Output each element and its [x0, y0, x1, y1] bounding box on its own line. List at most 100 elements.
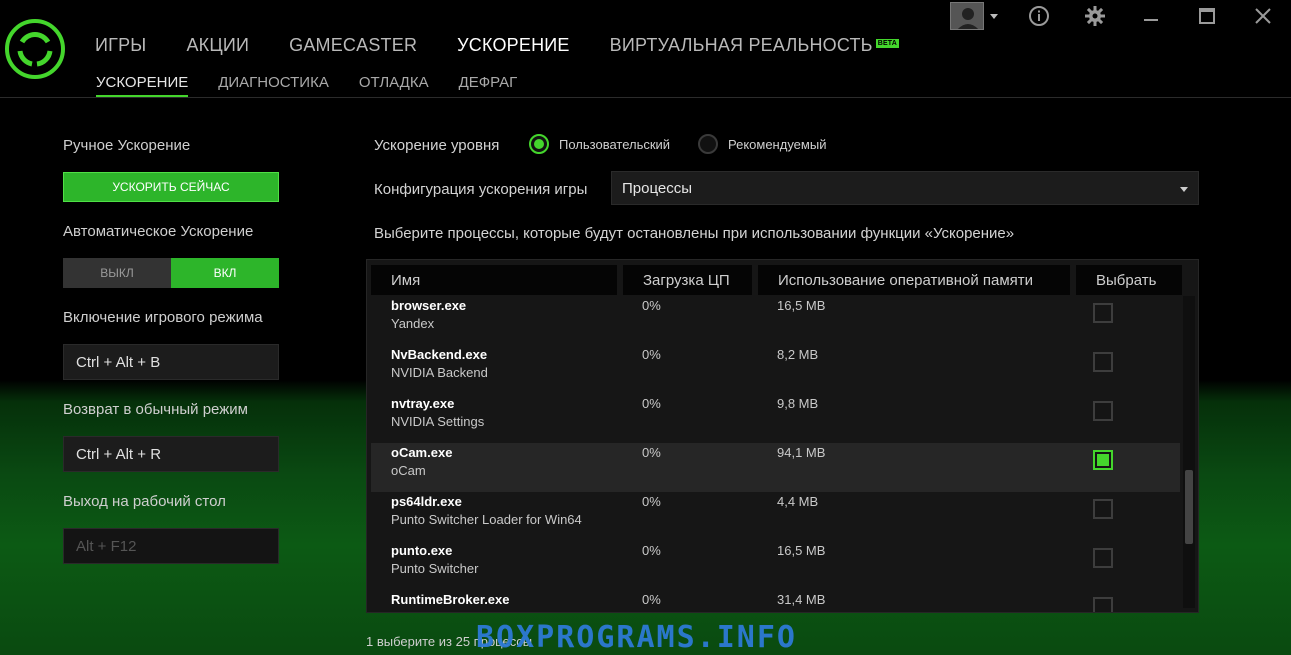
- nav-gamecaster[interactable]: GAMECASTER: [289, 35, 417, 56]
- process-description: NVIDIA Settings: [391, 414, 485, 429]
- watermark: BOXPROGRAMS.INFO: [476, 620, 797, 655]
- chevron-down-icon: [990, 13, 998, 19]
- process-cpu: 0%: [642, 445, 661, 460]
- table-row[interactable]: oCam.exe oCam 0% 94,1 MB: [371, 443, 1180, 492]
- info-button[interactable]: [1011, 0, 1067, 32]
- desktop-hotkey-field[interactable]: Alt + F12: [63, 528, 279, 564]
- col-name[interactable]: Имя: [371, 265, 617, 295]
- process-name: RuntimeBroker.exe: [391, 592, 510, 607]
- process-memory: 4,4 MB: [777, 494, 819, 509]
- scrollbar-thumb[interactable]: [1185, 470, 1193, 544]
- tab-diagnostics[interactable]: ДИАГНОСТИКА: [218, 74, 329, 97]
- game-mode-label: Включение игрового режима: [63, 309, 263, 326]
- process-name: oCam.exe: [391, 445, 453, 460]
- process-checkbox[interactable]: [1093, 597, 1113, 612]
- process-memory: 8,2 MB: [777, 347, 819, 362]
- process-checkbox[interactable]: [1093, 548, 1113, 568]
- auto-boost-toggle: ВЫКЛ ВКЛ: [63, 258, 279, 288]
- window-controls: [1011, 0, 1291, 32]
- nav-vr[interactable]: ВИРТУАЛЬНАЯ РЕАЛЬНОСТЬ BETA: [609, 35, 900, 56]
- desktop-label: Выход на рабочий стол: [63, 493, 226, 510]
- col-memory[interactable]: Использование оперативной памяти: [758, 265, 1070, 295]
- table-row[interactable]: punto.exe Punto Switcher 0% 16,5 MB: [371, 541, 1180, 590]
- table-row[interactable]: browser.exe Yandex 0% 16,5 MB: [371, 296, 1180, 345]
- process-table: Имя Загрузка ЦП Использование оперативно…: [366, 259, 1199, 613]
- config-select[interactable]: Процессы: [611, 171, 1199, 205]
- info-icon: [1029, 6, 1049, 26]
- header-divider: [0, 97, 1291, 98]
- close-button[interactable]: [1235, 0, 1291, 32]
- boost-now-button[interactable]: УСКОРИТЬ СЕЙЧАС: [63, 172, 279, 202]
- normal-mode-hotkey-field[interactable]: Ctrl + Alt + R: [63, 436, 279, 472]
- radio-custom[interactable]: Пользовательский: [529, 134, 670, 154]
- col-select[interactable]: Выбрать: [1076, 265, 1182, 295]
- table-header: Имя Загрузка ЦП Использование оперативно…: [371, 265, 1188, 295]
- process-cpu: 0%: [642, 543, 661, 558]
- game-mode-hotkey-field[interactable]: Ctrl + Alt + B: [63, 344, 279, 380]
- table-row[interactable]: ps64ldr.exe Punto Switcher Loader for Win…: [371, 492, 1180, 541]
- minimize-button[interactable]: [1123, 0, 1179, 32]
- process-cpu: 0%: [642, 494, 661, 509]
- radio-recommended[interactable]: Рекомендуемый: [698, 134, 826, 154]
- process-name: NvBackend.exe: [391, 347, 488, 362]
- process-name: punto.exe: [391, 543, 453, 558]
- process-description: NVIDIA Backend: [391, 365, 488, 380]
- process-description: oCam: [391, 463, 426, 478]
- process-checkbox[interactable]: [1093, 499, 1113, 519]
- close-icon: [1255, 8, 1271, 24]
- process-memory: 16,5 MB: [777, 543, 826, 558]
- process-checkbox[interactable]: [1093, 401, 1113, 421]
- user-avatar-icon: [950, 2, 984, 30]
- maximize-icon: [1199, 8, 1215, 24]
- toggle-on[interactable]: ВКЛ: [171, 258, 279, 288]
- maximize-button[interactable]: [1179, 0, 1235, 32]
- process-memory: 16,5 MB: [777, 298, 826, 313]
- process-name: browser.exe: [391, 298, 467, 313]
- table-body: browser.exe Yandex 0% 16,5 MB NvBackend.exe N…: [371, 296, 1180, 612]
- nav-vr-label: ВИРТУАЛЬНАЯ РЕАЛЬНОСТЬ: [609, 35, 873, 55]
- process-cpu: 0%: [642, 592, 661, 607]
- auto-boost-label: Автоматическое Ускорение: [63, 223, 254, 240]
- nav-boost[interactable]: УСКОРЕНИЕ: [457, 35, 569, 56]
- process-memory: 9,8 MB: [777, 396, 819, 411]
- process-memory: 94,1 MB: [777, 445, 826, 460]
- process-description: Punto Switcher Loader for Win64: [391, 512, 582, 527]
- radio-recommended-indicator: [698, 134, 718, 154]
- gear-icon: [1085, 6, 1105, 26]
- razer-cortex-window: ИГРЫ АКЦИИ GAMECASTER УСКОРЕНИЕ ВИРТУАЛЬ…: [0, 0, 1291, 655]
- table-row[interactable]: NvBackend.exe NVIDIA Backend 0% 8,2 MB: [371, 345, 1180, 394]
- config-label: Конфигурация ускорения игры: [374, 181, 588, 198]
- radio-custom-indicator: [529, 134, 549, 154]
- process-checkbox[interactable]: [1093, 352, 1113, 372]
- nav-deals[interactable]: АКЦИИ: [186, 35, 249, 56]
- scrollbar-track[interactable]: [1183, 296, 1195, 608]
- tab-debug[interactable]: ОТЛАДКА: [359, 74, 429, 97]
- razer-cortex-logo-icon[interactable]: [4, 18, 66, 80]
- process-cpu: 0%: [642, 396, 661, 411]
- process-name: nvtray.exe: [391, 396, 455, 411]
- process-checkbox[interactable]: [1093, 450, 1113, 470]
- process-name: ps64ldr.exe: [391, 494, 462, 509]
- config-select-value: Процессы: [622, 179, 693, 197]
- table-row[interactable]: nvtray.exe NVIDIA Settings 0% 9,8 MB: [371, 394, 1180, 443]
- process-description: Punto Switcher: [391, 561, 479, 576]
- col-cpu[interactable]: Загрузка ЦП: [623, 265, 752, 295]
- beta-badge: BETA: [875, 39, 900, 48]
- process-cpu: 0%: [642, 347, 661, 362]
- manual-boost-label: Ручное Ускорение: [63, 137, 191, 154]
- normal-mode-label: Возврат в обычный режим: [63, 401, 248, 418]
- table-row[interactable]: RuntimeBroker.exe 0% 31,4 MB: [371, 590, 1180, 612]
- user-menu[interactable]: [950, 0, 1010, 32]
- sub-nav: УСКОРЕНИЕ ДИАГНОСТИКА ОТЛАДКА ДЕФРАГ: [96, 74, 547, 97]
- radio-custom-label: Пользовательский: [559, 136, 671, 152]
- toggle-off[interactable]: ВЫКЛ: [63, 258, 171, 288]
- chevron-down-icon: [1180, 187, 1188, 192]
- process-checkbox[interactable]: [1093, 303, 1113, 323]
- process-description: Yandex: [391, 316, 435, 331]
- tab-boost[interactable]: УСКОРЕНИЕ: [96, 74, 189, 97]
- boost-level-label: Ускорение уровня: [374, 137, 500, 154]
- tab-defrag[interactable]: ДЕФРАГ: [459, 74, 518, 97]
- nav-games[interactable]: ИГРЫ: [95, 35, 146, 56]
- settings-button[interactable]: [1067, 0, 1123, 32]
- process-cpu: 0%: [642, 298, 661, 313]
